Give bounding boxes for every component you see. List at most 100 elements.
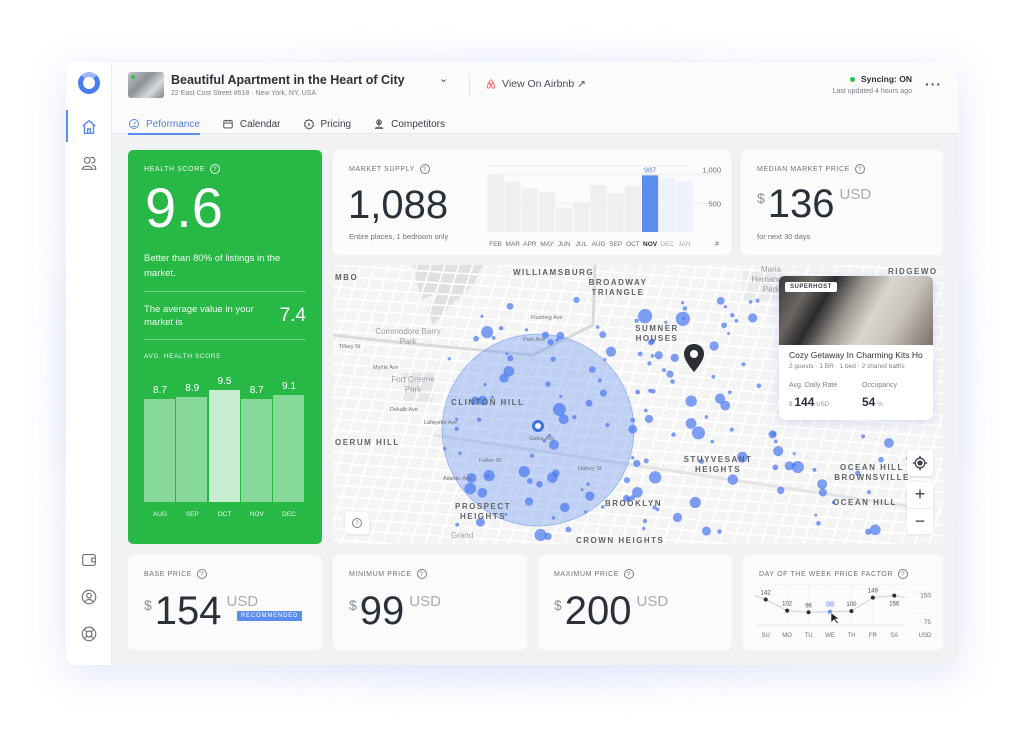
base-price-value[interactable]: 154: [155, 591, 222, 631]
sidebar-item-users[interactable]: [79, 153, 99, 173]
superhost-badge: SUPERHOST: [785, 282, 837, 292]
map-help-button[interactable]: ?: [345, 512, 369, 534]
sidebar-item-home[interactable]: [79, 117, 99, 137]
dow-value-label: 100: [846, 602, 857, 608]
daily-rate-value: $ 144 USD: [789, 395, 829, 409]
view-on-airbnb-label: View On Airbnb ↗: [502, 78, 586, 90]
x-tick-label: JAN: [678, 241, 691, 248]
street-label: Park Ave: [523, 337, 545, 343]
locate-button[interactable]: [907, 450, 933, 476]
occupancy-number: 54: [862, 395, 876, 409]
tab-pricing[interactable]: $ Pricing: [303, 114, 351, 134]
occupancy-label: Occupancy: [862, 382, 898, 389]
view-on-airbnb-link[interactable]: View On Airbnb ↗: [485, 78, 586, 90]
neighborhood-label: OCEAN HILL: [833, 498, 897, 507]
supply-bar-oct: [624, 186, 641, 232]
listing-dot: [666, 370, 674, 378]
divider: [144, 339, 306, 340]
listing-dot: [498, 325, 504, 331]
health-bar-sep[interactable]: [176, 396, 208, 502]
listing-dot: [721, 322, 728, 329]
listing-dot: [507, 355, 514, 362]
health-bar-dec[interactable]: [273, 394, 304, 502]
tab-calendar[interactable]: Calendar: [222, 114, 281, 134]
help-icon[interactable]: ?: [416, 569, 427, 579]
supply-bar-nov: [642, 175, 659, 232]
map-pin-icon[interactable]: [683, 343, 705, 373]
app-logo[interactable]: [78, 72, 100, 94]
dow-price-chart[interactable]: 75 150 142 SU 102 MO 96 TU 98 WE 100 TH 149 FR 156 SA US…: [755, 581, 935, 641]
more-options-button[interactable]: ···: [925, 76, 942, 92]
listing-dot: [748, 299, 753, 304]
listing-dot: [623, 477, 631, 484]
y-tick-label: 75: [924, 619, 932, 626]
health-bar-label: OCT: [217, 511, 232, 518]
maximum-price-label: MAXIMUM PRICE: [554, 570, 619, 578]
help-icon[interactable]: ?: [854, 164, 865, 174]
sidebar-item-wallet[interactable]: [79, 550, 99, 570]
market-map[interactable]: MBO WILLIAMSBURG BROADWAY TRIANGLE SUMNE…: [333, 265, 943, 544]
chevron-down-icon[interactable]: ⌄: [439, 72, 448, 85]
health-bar-oct[interactable]: [208, 389, 240, 502]
currency-symbol: $: [349, 597, 357, 613]
dow-value-label: 142: [761, 591, 772, 597]
app-window: Beautiful Apartment in the Heart of City…: [66, 62, 958, 665]
listing-dot: [773, 446, 784, 457]
dow-value-label: 149: [868, 589, 879, 595]
help-icon[interactable]: ?: [419, 164, 430, 174]
neighborhood-label: BROOKLYN: [605, 499, 663, 508]
listing-popup-card[interactable]: SUPERHOST Cozy Getaway In Charming Kits …: [779, 276, 933, 420]
listing-dot: [672, 512, 683, 523]
daily-rate-label: Avg. Daily Rate: [789, 382, 838, 389]
minimum-price-value[interactable]: 99: [360, 591, 405, 631]
help-icon[interactable]: ?: [210, 164, 221, 174]
sidebar-item-account[interactable]: [79, 587, 99, 607]
dow-point-fr: [870, 595, 875, 600]
zoom-in-button[interactable]: +: [907, 482, 933, 508]
highlight-value-label: 987: [644, 165, 657, 174]
supply-bar-dec: [659, 177, 676, 232]
listing-dot: [536, 480, 543, 488]
neighborhood-label: SUMNER HOUSES: [635, 324, 679, 343]
maximum-price-value[interactable]: 200: [565, 591, 632, 631]
health-bar-nov[interactable]: [240, 399, 272, 502]
tab-performance[interactable]: Peformance: [128, 114, 200, 135]
listing-dot: [730, 312, 735, 318]
day-of-week-factor-card: DAY OF THE WEEK PRICE FACTOR ? 75 150 142 S…: [743, 555, 943, 650]
neighborhood-label: PROSPECT HEIGHTS: [454, 502, 511, 521]
tab-competitors[interactable]: Competitors: [373, 114, 445, 134]
health-bar-value: 8.9: [185, 382, 200, 394]
median-price-value: 136: [767, 182, 835, 226]
current-listing-marker[interactable]: [532, 420, 544, 432]
listing-thumbnail[interactable]: [128, 72, 164, 98]
help-icon[interactable]: ?: [623, 569, 634, 579]
help-lifebuoy-icon: [81, 626, 97, 642]
supply-bar-mar: [504, 181, 521, 232]
svg-text:$: $: [307, 122, 310, 128]
listing-title[interactable]: Beautiful Apartment in the Heart of City: [171, 73, 405, 87]
neighborhood-label: CLINTON HILL: [451, 398, 525, 407]
listing-dot: [741, 362, 746, 367]
zoom-out-button[interactable]: −: [907, 508, 933, 534]
neighborhood-label: OCEAN HILL BROWNSVILLE: [834, 463, 910, 482]
listing-dot: [670, 353, 679, 362]
listing-dot: [473, 335, 479, 342]
listing-dot: [635, 389, 641, 395]
park-label: Commodore Barry Park: [375, 327, 441, 346]
help-icon[interactable]: ?: [898, 569, 909, 579]
listing-dot: [503, 365, 515, 377]
popup-listing-title: Cozy Getaway In Charming Kits Ho: [789, 350, 923, 360]
dow-value-label: 98: [826, 600, 834, 609]
listing-dot: [584, 510, 588, 514]
street-label: Gates Ave: [529, 436, 555, 442]
listing-dot: [476, 417, 482, 422]
listing-dot: [630, 417, 636, 423]
help-icon[interactable]: ?: [197, 569, 208, 579]
health-bar-aug[interactable]: [144, 399, 175, 502]
sidebar-item-help[interactable]: [79, 624, 99, 644]
listing-dot: [481, 326, 494, 339]
performance-icon: [129, 119, 139, 129]
y-tick-label: 500: [708, 199, 721, 208]
listing-dot: [524, 497, 534, 506]
currency-code: USD: [636, 593, 669, 610]
